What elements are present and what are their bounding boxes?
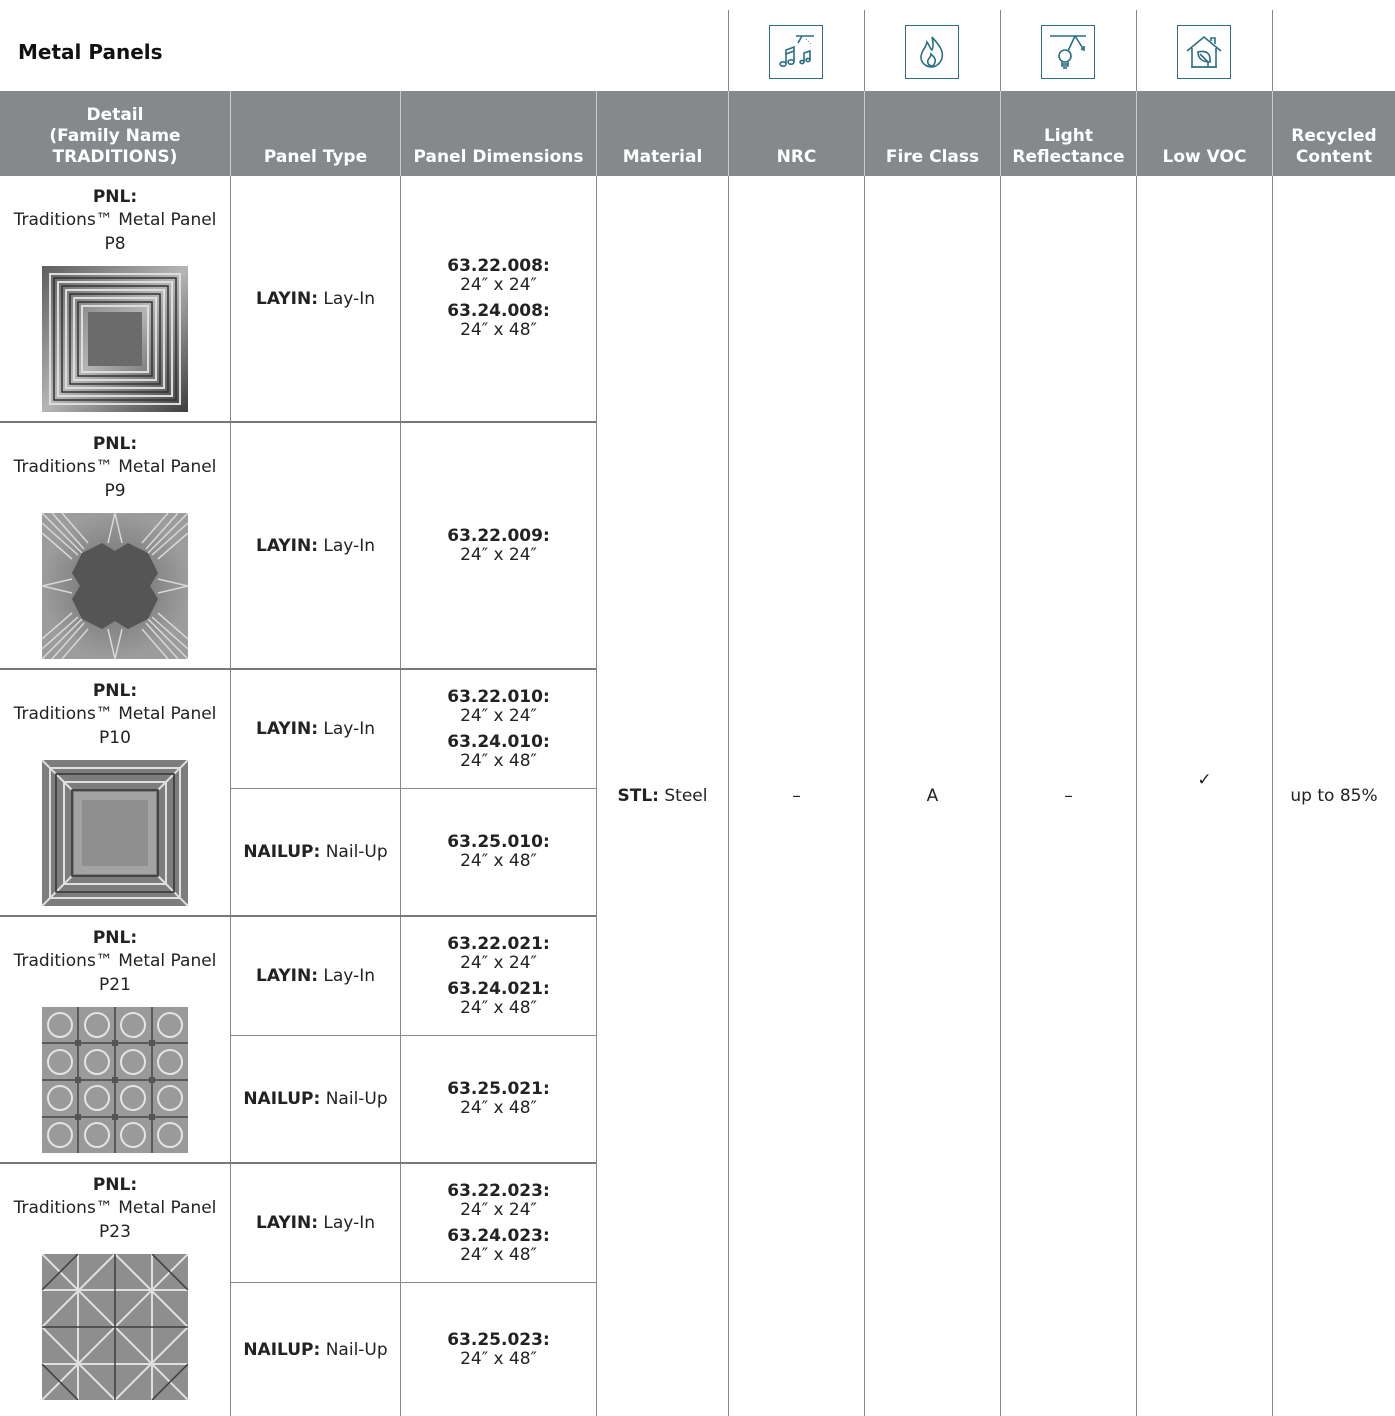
detail-cell-p23: PNL: Traditions™ Metal Panel P23 bbox=[0, 1164, 230, 1416]
panel-number: P8 bbox=[104, 234, 126, 254]
detail-code: PNL: bbox=[92, 1175, 138, 1195]
nrc-cell: – bbox=[792, 786, 801, 806]
fire-icon bbox=[905, 25, 959, 79]
header-material: Material bbox=[622, 147, 703, 167]
detail-name: Traditions™ Metal Panel bbox=[13, 704, 217, 724]
detail-cell-p21: PNL: Traditions™ Metal Panel P21 bbox=[0, 917, 230, 1162]
recycled-content-cell: up to 85% bbox=[1290, 786, 1378, 806]
detail-code: PNL: bbox=[92, 187, 138, 207]
detail-name: Traditions™ Metal Panel bbox=[13, 1198, 217, 1218]
panel-number: P23 bbox=[99, 1222, 131, 1242]
light-reflectance-bulb-icon bbox=[1041, 25, 1095, 79]
header-nrc: NRC bbox=[776, 147, 817, 167]
panel-image-p10 bbox=[42, 760, 188, 906]
detail-name: Traditions™ Metal Panel bbox=[13, 210, 217, 230]
detail-cell-p8: PNL: Traditions™ Metal Panel P8 bbox=[0, 176, 230, 421]
panel-image-p21 bbox=[42, 1007, 188, 1153]
header-light-reflectance: Light Reflectance bbox=[1012, 126, 1125, 167]
panel-type-cell: LAYIN: Lay-In bbox=[255, 288, 375, 309]
panel-type-cell: LAYIN: Lay-In bbox=[255, 535, 375, 556]
detail-name: Traditions™ Metal Panel bbox=[13, 457, 217, 477]
header-recycled-content: Recycled Content bbox=[1291, 126, 1377, 167]
panel-image-p8 bbox=[42, 266, 188, 412]
top-divider bbox=[1272, 10, 1273, 91]
dimensions-cell: 63.22.023: 24″ x 24″ 63.24.023: 24″ x 48… bbox=[447, 1180, 550, 1265]
panel-type-cell: LAYIN: Lay-In bbox=[255, 1213, 375, 1233]
panel-number: P10 bbox=[99, 728, 131, 748]
top-divider bbox=[1136, 10, 1137, 91]
panel-image-p9 bbox=[42, 513, 188, 659]
panel-type-cell: NAILUP: Nail-Up bbox=[243, 1089, 388, 1109]
low-voc-house-leaf-icon bbox=[1177, 25, 1231, 79]
dimensions-cell: 63.25.023: 24″ x 48″ bbox=[447, 1329, 550, 1369]
dimensions-cell: 63.22.010: 24″ x 24″ 63.24.010: 24″ x 48… bbox=[447, 686, 550, 771]
dimensions-cell: 63.22.009: 24″ x 24″ bbox=[447, 525, 550, 565]
panel-number: P21 bbox=[99, 975, 131, 995]
top-divider bbox=[864, 10, 865, 91]
panel-number: P9 bbox=[104, 481, 126, 501]
panel-type-cell: LAYIN: Lay-In bbox=[255, 966, 375, 986]
dimensions-cell: 63.25.021: 24″ x 48″ bbox=[447, 1079, 550, 1118]
dimensions-cell: 63.25.010: 24″ x 48″ bbox=[447, 832, 550, 871]
dimensions-cell: 63.22.008: 24″ x 24″ 63.24.008: 24″ x 48… bbox=[447, 256, 550, 340]
material-cell: STL: Steel bbox=[617, 786, 708, 806]
header-detail: Detail (Family Name TRADITIONS) bbox=[49, 105, 181, 167]
dimensions-cell: 63.22.021: 24″ x 24″ 63.24.021: 24″ x 48… bbox=[447, 933, 550, 1018]
detail-name: Traditions™ Metal Panel bbox=[13, 951, 217, 971]
top-divider bbox=[728, 10, 729, 91]
panel-type-cell: LAYIN: Lay-In bbox=[255, 719, 375, 739]
detail-cell-p10: PNL: Traditions™ Metal Panel P10 bbox=[0, 670, 230, 915]
detail-code: PNL: bbox=[92, 681, 138, 701]
detail-code: PNL: bbox=[92, 434, 138, 454]
header-panel-type: Panel Type bbox=[263, 147, 368, 167]
header-fire-class: Fire Class bbox=[885, 147, 980, 167]
panel-type-cell: NAILUP: Nail-Up bbox=[243, 1339, 388, 1360]
fire-class-cell: A bbox=[926, 786, 939, 806]
light-reflectance-cell: – bbox=[1064, 786, 1073, 806]
panel-type-cell: NAILUP: Nail-Up bbox=[243, 842, 388, 862]
detail-cell-p9: PNL: Traditions™ Metal Panel P9 bbox=[0, 423, 230, 668]
panel-image-p23 bbox=[42, 1254, 188, 1400]
detail-code: PNL: bbox=[92, 928, 138, 948]
low-voc-check-icon: ✓ bbox=[1197, 770, 1212, 790]
acoustics-music-icon bbox=[769, 25, 823, 79]
top-divider bbox=[1000, 10, 1001, 91]
page-title: Metal Panels bbox=[18, 40, 163, 64]
header-panel-dimensions: Panel Dimensions bbox=[413, 147, 584, 167]
